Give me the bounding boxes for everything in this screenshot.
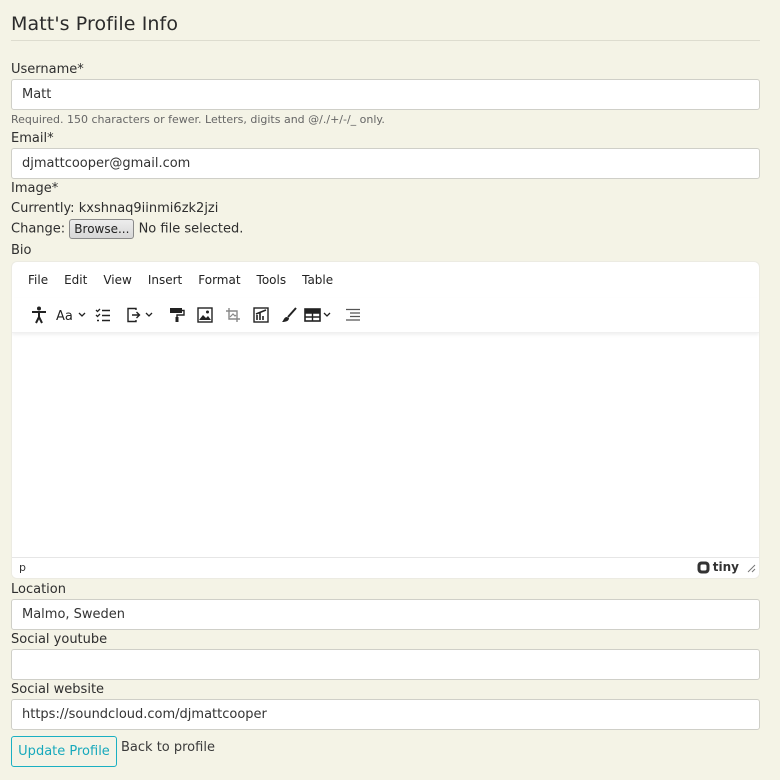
back-to-profile-link[interactable]: Back to profile	[121, 740, 215, 755]
page-title: Matt's Profile Info	[11, 13, 179, 35]
editor-menubar: File Edit View Insert Format Tools Table	[12, 262, 759, 298]
tiny-logo[interactable]: tiny	[697, 560, 739, 574]
image-currently-value: kxshnaq9iinmi6zk2jzi	[78, 201, 219, 216]
resize-handle-icon[interactable]	[747, 563, 756, 576]
table-icon[interactable]	[304, 302, 334, 328]
svg-text:Aa: Aa	[56, 309, 73, 323]
image-change-label: Change:	[11, 221, 66, 237]
font-size-icon[interactable]: Aa	[54, 302, 88, 328]
image-change-row: Change: Browse... No file selected.	[11, 219, 243, 239]
image-currently-label: Currently:	[11, 201, 75, 216]
file-status-text: No file selected.	[138, 221, 244, 237]
email-input[interactable]	[11, 148, 760, 179]
editor-content-area[interactable]	[12, 334, 759, 560]
editor-toolbar: Aa	[12, 298, 759, 333]
element-path[interactable]: p	[19, 561, 26, 574]
menu-table[interactable]: Table	[302, 273, 333, 287]
social-youtube-input[interactable]	[11, 649, 760, 680]
bio-rich-text-editor: File Edit View Insert Format Tools Table…	[11, 261, 760, 579]
brush-icon[interactable]	[276, 302, 302, 328]
update-profile-button[interactable]: Update Profile	[11, 736, 117, 767]
social-youtube-label: Social youtube	[11, 632, 108, 647]
location-input[interactable]	[11, 599, 760, 630]
username-input[interactable]	[11, 79, 760, 110]
image-icon[interactable]	[192, 302, 218, 328]
social-website-input[interactable]	[11, 699, 760, 730]
image-label: Image*	[11, 181, 59, 196]
list-icon[interactable]	[340, 302, 366, 328]
bio-label: Bio	[11, 243, 32, 258]
title-divider	[11, 40, 760, 41]
menu-file[interactable]: File	[28, 273, 48, 287]
social-website-label: Social website	[11, 682, 105, 697]
menu-tools[interactable]: Tools	[257, 273, 287, 287]
menu-insert[interactable]: Insert	[148, 273, 182, 287]
menu-view[interactable]: View	[103, 273, 131, 287]
editor-statusbar: p tiny	[12, 557, 759, 578]
browse-button[interactable]: Browse...	[69, 219, 135, 239]
username-help-text: Required. 150 characters or fewer. Lette…	[11, 113, 385, 126]
export-icon[interactable]	[124, 302, 158, 328]
checklist-icon[interactable]	[90, 302, 116, 328]
menu-edit[interactable]: Edit	[64, 273, 87, 287]
tiny-brand-text: tiny	[712, 560, 739, 574]
image-currently-row: Currently: kxshnaq9iinmi6zk2jzi	[11, 201, 218, 216]
tiny-logo-icon	[697, 561, 710, 573]
location-label: Location	[11, 582, 66, 597]
menu-format[interactable]: Format	[198, 273, 240, 287]
accessibility-icon[interactable]	[26, 302, 52, 328]
email-label: Email*	[11, 131, 54, 146]
username-label: Username*	[11, 62, 84, 77]
crop-icon[interactable]	[220, 302, 246, 328]
chart-image-icon[interactable]	[248, 302, 274, 328]
format-painter-icon[interactable]	[164, 302, 190, 328]
